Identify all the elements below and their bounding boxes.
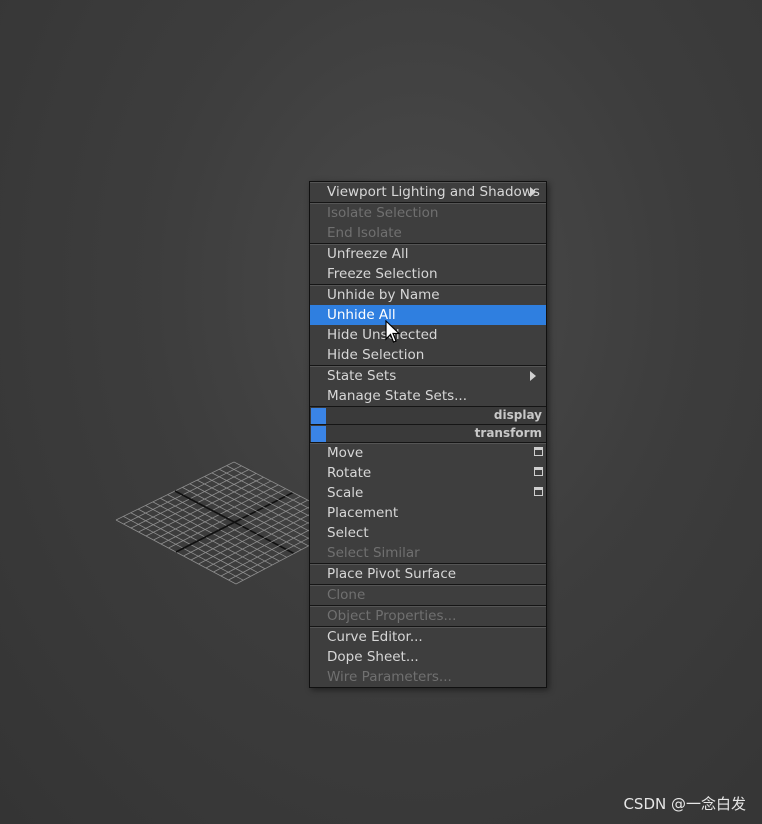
- menu-item-dope-sheet[interactable]: Dope Sheet...: [310, 647, 546, 667]
- menu-group-freeze: Unfreeze All Freeze Selection: [310, 244, 546, 285]
- options-box-icon[interactable]: [534, 447, 543, 456]
- menu-item-label: Hide Unselected: [327, 327, 438, 343]
- menu-item-label: End Isolate: [327, 225, 402, 241]
- menu-item-place-pivot-surface[interactable]: Place Pivot Surface: [310, 564, 546, 584]
- chevron-right-icon: [530, 187, 536, 197]
- watermark: CSDN @一念白发: [623, 795, 746, 813]
- menu-item-rotate[interactable]: Rotate: [310, 463, 546, 483]
- menu-item-label: Place Pivot Surface: [327, 566, 457, 582]
- quad-header-transform: transform: [310, 425, 546, 443]
- menu-item-hide-selection[interactable]: Hide Selection: [310, 345, 546, 365]
- menu-item-label: Clone: [327, 587, 366, 603]
- menu-item-state-sets[interactable]: State Sets: [310, 366, 546, 386]
- menu-item-unfreeze-all[interactable]: Unfreeze All: [310, 244, 546, 264]
- quad-color-swatch: [311, 408, 326, 424]
- options-box-icon[interactable]: [534, 467, 543, 476]
- menu-item-label: Placement: [327, 505, 399, 521]
- quad-color-swatch: [311, 426, 326, 442]
- options-box-icon[interactable]: [534, 487, 543, 496]
- menu-item-label: Hide Selection: [327, 347, 425, 363]
- menu-group-hide: Unhide by Name Unhide All Hide Unselecte…: [310, 285, 546, 366]
- menu-item-end-isolate: End Isolate: [310, 223, 546, 243]
- menu-item-label: Isolate Selection: [327, 205, 439, 221]
- menu-item-label: Scale: [327, 485, 364, 501]
- menu-item-viewport-lighting[interactable]: Viewport Lighting and Shadows: [310, 182, 546, 202]
- menu-item-select-similar: Select Similar: [310, 543, 546, 563]
- menu-item-object-properties: Object Properties...: [310, 606, 546, 626]
- menu-group-transform: Move Rotate Scale Placement Select Selec…: [310, 443, 546, 564]
- quad-header-display: display: [310, 407, 546, 425]
- menu-group-pivot: Place Pivot Surface: [310, 564, 546, 585]
- menu-item-clone: Clone: [310, 585, 546, 605]
- quad-menu: Viewport Lighting and Shadows Isolate Se…: [309, 181, 547, 688]
- menu-item-label: Select: [327, 525, 369, 541]
- quad-header-label: transform: [474, 426, 542, 440]
- menu-item-label: Move: [327, 445, 364, 461]
- menu-item-curve-editor[interactable]: Curve Editor...: [310, 627, 546, 647]
- menu-item-select[interactable]: Select: [310, 523, 546, 543]
- menu-item-scale[interactable]: Scale: [310, 483, 546, 503]
- menu-item-label: Manage State Sets...: [327, 388, 468, 404]
- menu-item-label: Wire Parameters...: [327, 669, 452, 685]
- menu-item-label: Viewport Lighting and Shadows: [327, 184, 540, 200]
- menu-group-clone: Clone: [310, 585, 546, 606]
- menu-item-unhide-all[interactable]: Unhide All: [310, 305, 546, 325]
- menu-item-label: Unfreeze All: [327, 246, 409, 262]
- menu-group-properties: Object Properties...: [310, 606, 546, 627]
- menu-item-label: Curve Editor...: [327, 629, 423, 645]
- menu-item-move[interactable]: Move: [310, 443, 546, 463]
- menu-item-label: State Sets: [327, 368, 397, 384]
- menu-item-label: Unhide by Name: [327, 287, 440, 303]
- menu-group-state-sets: State Sets Manage State Sets...: [310, 366, 546, 407]
- menu-item-label: Rotate: [327, 465, 372, 481]
- menu-item-freeze-selection[interactable]: Freeze Selection: [310, 264, 546, 284]
- menu-group-curves: Curve Editor... Dope Sheet... Wire Param…: [310, 627, 546, 687]
- menu-item-hide-unselected[interactable]: Hide Unselected: [310, 325, 546, 345]
- menu-item-wire-parameters: Wire Parameters...: [310, 667, 546, 687]
- menu-item-manage-state-sets[interactable]: Manage State Sets...: [310, 386, 546, 406]
- menu-item-placement[interactable]: Placement: [310, 503, 546, 523]
- menu-item-label: Dope Sheet...: [327, 649, 419, 665]
- arrow-cursor-icon: [385, 320, 401, 343]
- menu-group-lighting: Viewport Lighting and Shadows: [310, 182, 546, 203]
- menu-item-unhide-by-name[interactable]: Unhide by Name: [310, 285, 546, 305]
- chevron-right-icon: [530, 371, 536, 381]
- menu-item-isolate-selection: Isolate Selection: [310, 203, 546, 223]
- menu-item-label: Object Properties...: [327, 608, 457, 624]
- menu-item-label: Select Similar: [327, 545, 420, 561]
- menu-item-label: Freeze Selection: [327, 266, 438, 282]
- menu-group-isolate: Isolate Selection End Isolate: [310, 203, 546, 244]
- quad-header-label: display: [493, 408, 542, 422]
